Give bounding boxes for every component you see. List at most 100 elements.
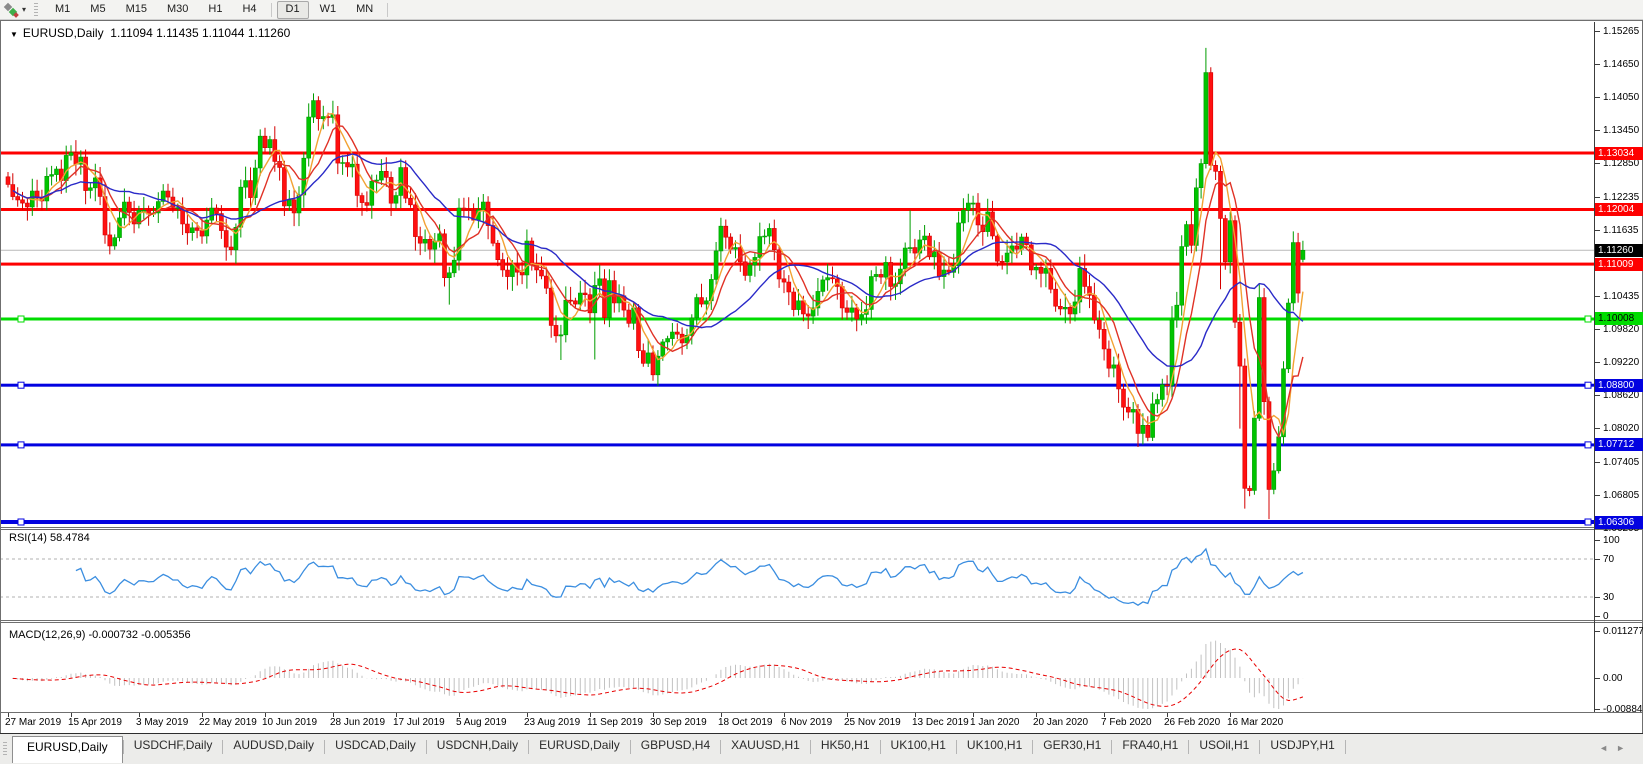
- tab-scroll-left-icon[interactable]: ◄: [1599, 743, 1616, 753]
- macd-canvas[interactable]: [0, 620, 1643, 712]
- date-label: 28 Jun 2019: [330, 717, 386, 728]
- tab-separator: [1344, 740, 1346, 754]
- rsi-label: RSI(14) 58.4784: [9, 532, 90, 544]
- price-canvas[interactable]: [0, 22, 1643, 527]
- price-tag: 1.07712: [1595, 438, 1643, 451]
- macd-signal-line: [12, 648, 1304, 707]
- price-tick: [1594, 130, 1600, 131]
- symbol-tabbar: EURUSD,Daily USDCHF,Daily AUDUSD,Daily USDC…: [0, 733, 1643, 764]
- price-tag: 1.10008: [1595, 312, 1643, 325]
- tab-fra40-h1[interactable]: FRA40,H1: [1112, 734, 1188, 758]
- macd-scale-label: 0.011277: [1603, 626, 1643, 637]
- timeframe-button-m30[interactable]: M30: [158, 1, 197, 19]
- current-price-tag: 1.11260: [1595, 244, 1643, 257]
- rsi-scale-tick: [1594, 559, 1600, 560]
- timeframe-button-h1[interactable]: H1: [199, 1, 231, 19]
- price-tick-label: 1.09820: [1603, 324, 1640, 335]
- rsi-scale-tick: [1594, 540, 1600, 541]
- price-tick: [1594, 296, 1600, 297]
- tab-scroll-right-icon[interactable]: ►: [1616, 743, 1633, 753]
- tab-usdjpy-h1[interactable]: USDJPY,H1: [1260, 734, 1344, 758]
- price-tag: 1.12004: [1595, 203, 1643, 216]
- date-label: 15 Apr 2019: [68, 717, 122, 728]
- date-label: 3 May 2019: [136, 717, 189, 728]
- tab-audusd-daily[interactable]: AUDUSD,Daily: [223, 734, 324, 758]
- price-tick-label: 1.07405: [1603, 457, 1640, 468]
- macd-label: MACD(12,26,9) -0.000732 -0.005356: [9, 629, 191, 641]
- tab-eurusd-daily[interactable]: EURUSD,Daily: [529, 734, 630, 758]
- macd-scale-tick: [1594, 678, 1600, 679]
- price-tick: [1594, 462, 1600, 463]
- rsi-scale-label: 0: [1603, 611, 1609, 622]
- price-tick: [1594, 329, 1600, 330]
- macd-main-value: -0.000732: [88, 629, 139, 641]
- price-tick-label: 1.12235: [1603, 192, 1640, 203]
- horizontal-line[interactable]: [0, 381, 1594, 389]
- horizontal-line[interactable]: [0, 518, 1594, 526]
- price-tick: [1594, 64, 1600, 65]
- horizontal-line[interactable]: [0, 151, 1594, 155]
- timeframe-button-m15[interactable]: M15: [117, 1, 156, 19]
- price-tick-label: 1.11635: [1603, 225, 1639, 236]
- rsi-scale-label: 100: [1603, 535, 1620, 546]
- horizontal-line[interactable]: [0, 315, 1594, 323]
- date-label: 18 Oct 2019: [718, 717, 773, 728]
- price-tick: [1594, 230, 1600, 231]
- chart-symbol-period: EURUSD,Daily: [22, 26, 104, 40]
- price-tag: 1.08800: [1595, 379, 1643, 392]
- tab-xauusd-h1[interactable]: XAUUSD,H1: [721, 734, 810, 758]
- timeframe-button-m1[interactable]: M1: [46, 1, 79, 19]
- caret-down-icon[interactable]: ▾: [22, 5, 26, 14]
- toolbar-separator: [270, 2, 272, 17]
- tabbar-grip[interactable]: [3, 742, 7, 755]
- ohlc-close: 1.11260: [247, 26, 291, 40]
- date-label: 30 Sep 2019: [650, 717, 707, 728]
- timeframe-button-m5[interactable]: M5: [81, 1, 114, 19]
- ohlc-high: 1.11435: [156, 26, 199, 40]
- date-label: 25 Nov 2019: [844, 717, 901, 728]
- date-label: 20 Jan 2020: [1033, 717, 1089, 728]
- tab-uk100-h1[interactable]: UK100,H1: [957, 734, 1032, 758]
- rsi-scale-tick: [1594, 616, 1600, 617]
- price-tick: [1594, 362, 1600, 363]
- toolbar-separator: [387, 2, 389, 17]
- date-label: 1 Jan 2020: [970, 717, 1020, 728]
- macd-scale-tick: [1594, 631, 1600, 632]
- chart-title: ▼ EURUSD,Daily 1.11094 1.11435 1.11044 1.…: [10, 26, 290, 40]
- price-tick: [1594, 495, 1600, 496]
- moving-average-8: [12, 125, 1304, 439]
- price-tick-label: 1.15265: [1603, 26, 1640, 37]
- tab-hk50-h1[interactable]: HK50,H1: [811, 734, 880, 758]
- macd-histogram: [12, 640, 1304, 709]
- timeframe-button-w1[interactable]: W1: [311, 1, 346, 19]
- price-tick: [1594, 97, 1600, 98]
- price-tick: [1594, 163, 1600, 164]
- macd-scale-label: 0.00: [1603, 673, 1623, 684]
- price-tick-label: 1.10435: [1603, 291, 1640, 302]
- ohlc-low: 1.11044: [201, 26, 245, 40]
- price-tick-label: 1.08020: [1603, 423, 1640, 434]
- price-tick: [1594, 395, 1600, 396]
- price-tick-label: 1.14650: [1603, 59, 1640, 70]
- date-label: 27 Mar 2019: [5, 717, 62, 728]
- tab-gbpusd-h4[interactable]: GBPUSD,H4: [631, 734, 720, 758]
- tab-ger30-h1[interactable]: GER30,H1: [1033, 734, 1111, 758]
- price-tag: 1.13034: [1595, 147, 1643, 160]
- toolbar-grip[interactable]: [34, 3, 39, 16]
- price-tag: 1.11009: [1595, 258, 1643, 271]
- price-tag: 1.06306: [1595, 516, 1643, 529]
- tab-eurusd-daily[interactable]: EURUSD,Daily: [12, 736, 123, 763]
- chart-menu-icon[interactable]: ▼: [10, 30, 18, 39]
- tab-usoil-h1[interactable]: USOil,H1: [1189, 734, 1259, 758]
- timeframe-button-mn[interactable]: MN: [347, 1, 382, 19]
- chart-styles-icon[interactable]: [3, 2, 21, 18]
- date-label: 16 Mar 2020: [1227, 717, 1284, 728]
- horizontal-line[interactable]: [0, 441, 1594, 449]
- timeframe-button-d1[interactable]: D1: [276, 0, 309, 19]
- tab-uk100-h1[interactable]: UK100,H1: [881, 734, 956, 758]
- tab-usdchf-daily[interactable]: USDCHF,Daily: [124, 734, 223, 758]
- tab-usdcad-daily[interactable]: USDCAD,Daily: [325, 734, 426, 758]
- tab-usdcnh-daily[interactable]: USDCNH,Daily: [427, 734, 528, 758]
- timeframe-button-h4[interactable]: H4: [233, 1, 265, 19]
- rsi-canvas[interactable]: [0, 527, 1643, 620]
